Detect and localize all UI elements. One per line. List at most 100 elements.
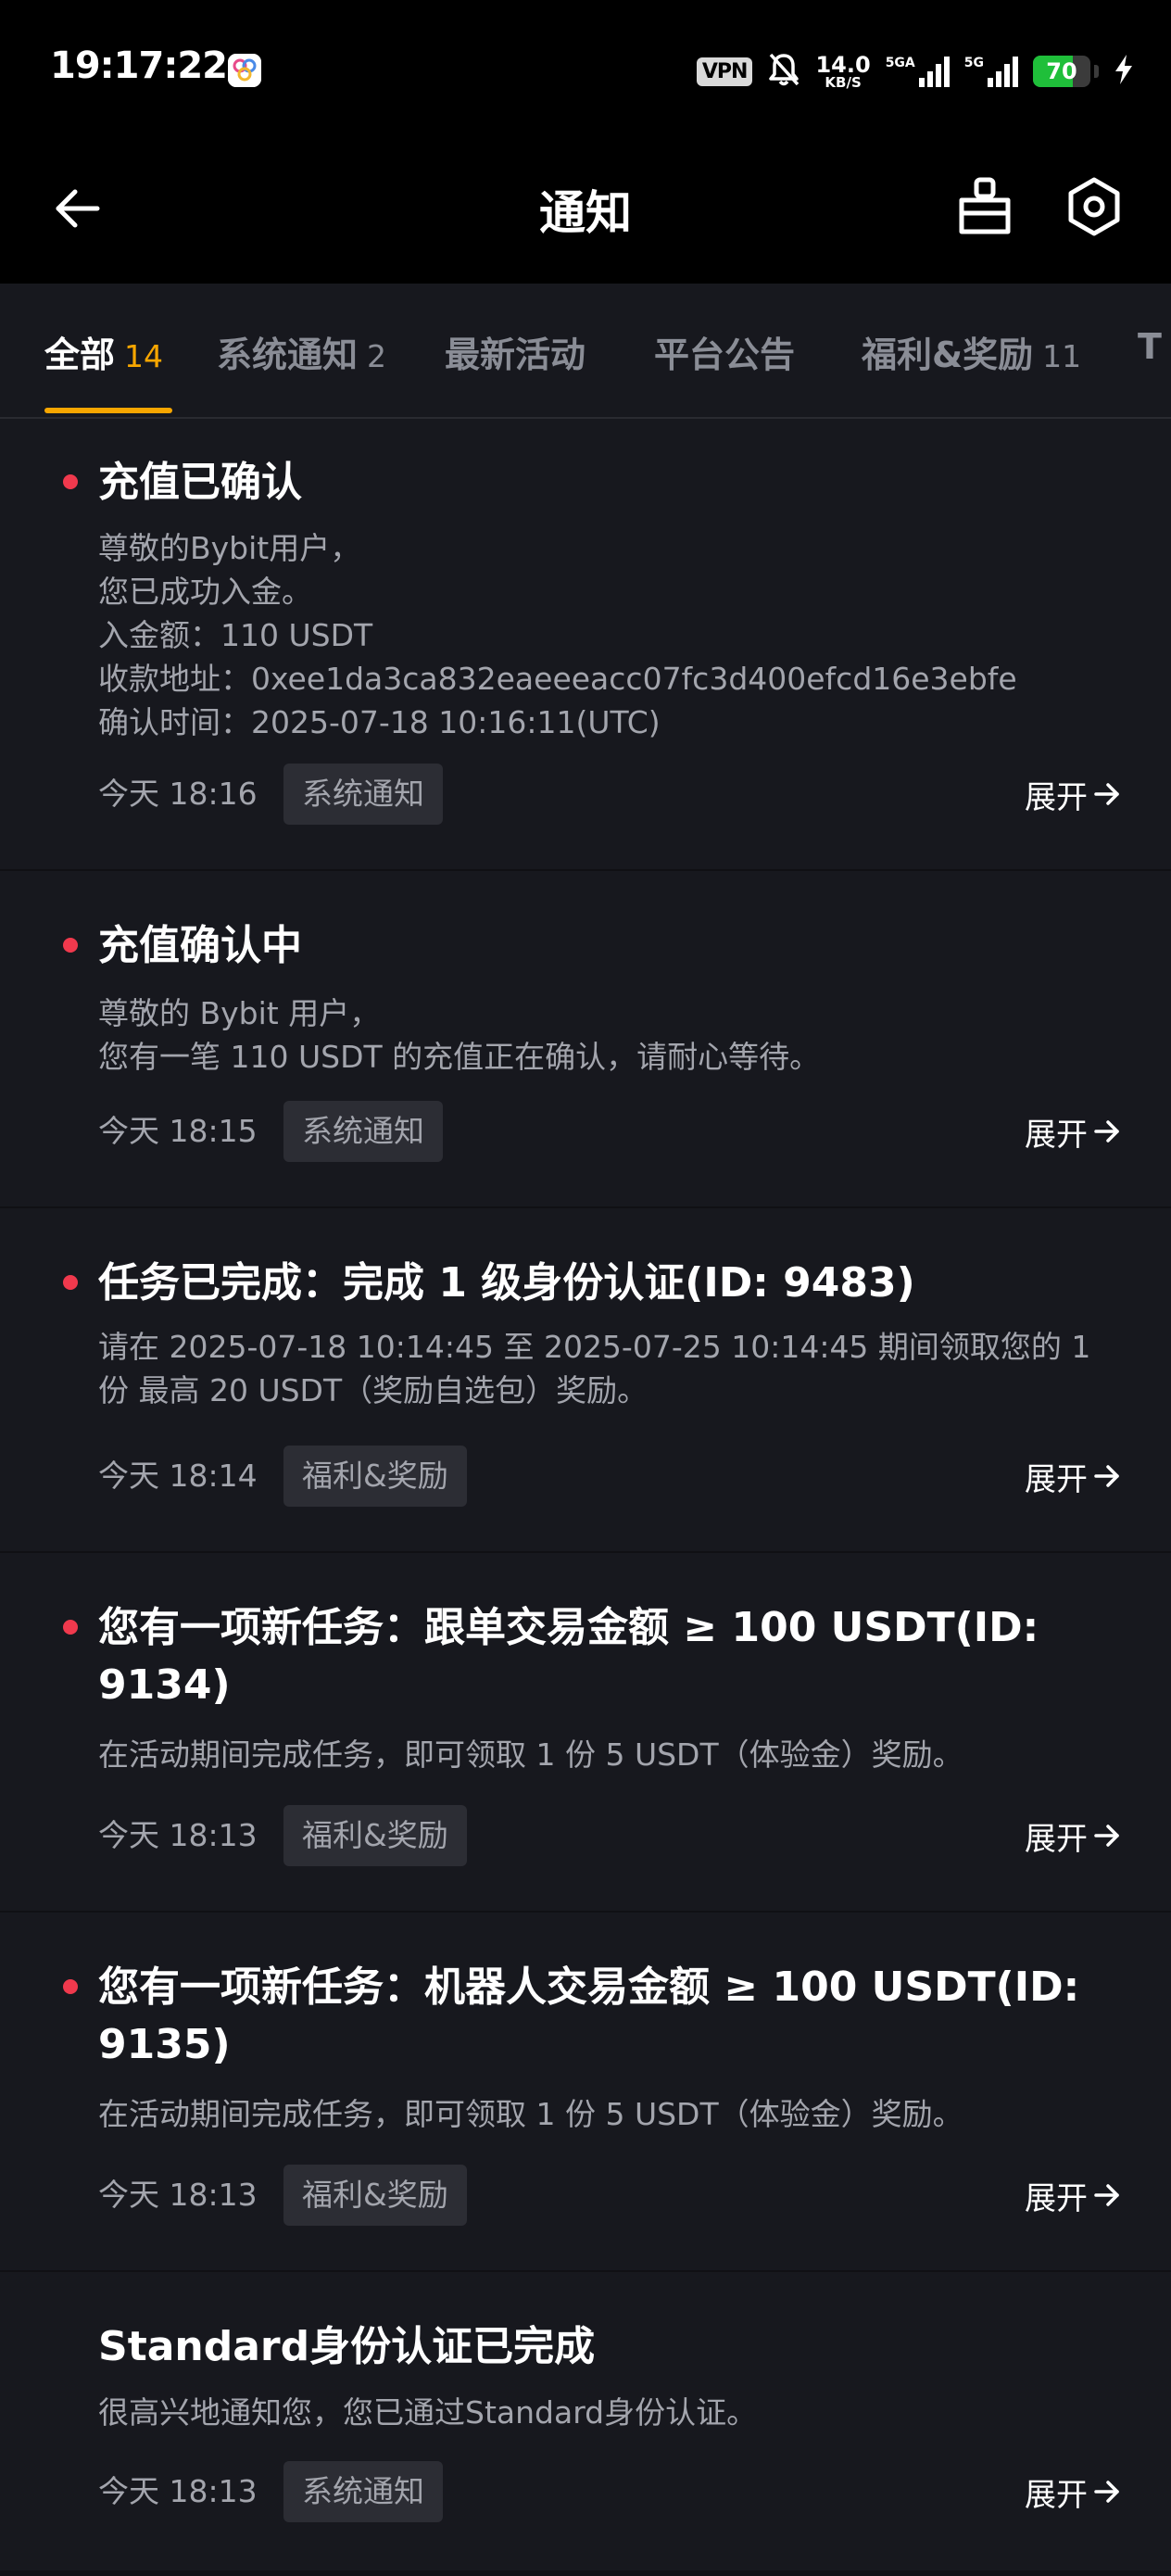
- notification-card[interactable]: 任务已完成：完成 1 级身份认证(ID: 9483) 请在 2025-07-18…: [0, 1208, 1171, 1551]
- expand-button[interactable]: 展开: [1025, 1446, 1121, 1507]
- notification-body: 在活动期间完成任务，即可领取 1 份 5 USDT（体验金）奖励。: [98, 1733, 1127, 1776]
- signal-icon: 5G: [964, 56, 1018, 87]
- notification-title: 您有一项新任务：跟单交易金额 ≥ 100 USDT(ID: 9134): [98, 1604, 1039, 1709]
- body-line: 请在 2025-07-18 10:14:45 至 2025-07-25 10:1…: [98, 1329, 1091, 1408]
- expand-label: 展开: [1025, 2476, 1088, 2514]
- notification-card[interactable]: Standard身份认证已完成 很高兴地通知您，您已通过Standard身份认证…: [0, 2272, 1171, 2570]
- battery-tip: [1094, 65, 1099, 78]
- notification-title: 充值已确认: [98, 459, 302, 506]
- tab-bar: 全部 14 系统通知 2 最新活动 平台公告 福利&奖励 11 T: [0, 284, 1171, 419]
- expand-button[interactable]: 展开: [1025, 1805, 1121, 1866]
- expand-label: 展开: [1025, 778, 1088, 816]
- expand-button[interactable]: 展开: [1025, 764, 1121, 825]
- notification-time: 今天 18:15: [98, 1113, 258, 1149]
- notification-time: 今天 18:14: [98, 1458, 258, 1494]
- tab-label: 最新活动: [445, 335, 586, 375]
- broom-icon[interactable]: [951, 172, 1019, 241]
- net-speed-unit: KB/S: [825, 73, 862, 91]
- tab-label: 全部: [44, 335, 116, 375]
- net-speed-value: 14.0: [815, 51, 871, 78]
- battery-icon: 70: [1033, 56, 1090, 87]
- settings-icon[interactable]: [1060, 172, 1128, 241]
- expand-label: 展开: [1025, 1116, 1088, 1154]
- tab-more[interactable]: T: [1138, 326, 1162, 378]
- notification-title: 您有一项新任务：机器人交易金额 ≥ 100 USDT(ID: 9135): [98, 1964, 1080, 2068]
- body-line: 在活动期间完成任务，即可领取 1 份 5 USDT（体验金）奖励。: [98, 2096, 963, 2132]
- arrow-right-icon: [1094, 1825, 1119, 1847]
- notification-body: 请在 2025-07-18 10:14:45 至 2025-07-25 10:1…: [98, 1325, 1127, 1412]
- tab-label: 平台公告: [654, 335, 796, 375]
- tab-label: 系统通知: [217, 335, 359, 375]
- body-line: 在活动期间完成任务，即可领取 1 份 5 USDT（体验金）奖励。: [98, 1736, 963, 1773]
- category-tag: 福利&奖励: [283, 2165, 467, 2226]
- body-line: 尊敬的 Bybit 用户，: [98, 995, 381, 1031]
- mute-bell-icon: [767, 52, 800, 91]
- signal-label: 5GA: [885, 56, 915, 70]
- body-line: 您已成功入金。: [98, 574, 312, 610]
- tab-label: 福利&奖励: [862, 335, 1034, 375]
- battery-level: 70: [1046, 58, 1077, 84]
- unread-dot: [63, 1275, 78, 1290]
- tab-rewards[interactable]: 福利&奖励 11: [862, 326, 1081, 378]
- notification-card[interactable]: 充值已确认 尊敬的Bybit用户， 您已成功入金。 入金额：110 USDT 收…: [0, 419, 1171, 869]
- status-bar: 19:17:22 VPN 14.0 KB/S 5GA 5G 70: [0, 0, 1171, 139]
- tab-count: 14: [124, 338, 164, 374]
- body-line: 您有一笔 110 USDT 的充值正在确认，请耐心等待。: [98, 1039, 821, 1075]
- signal-icon: 5GA: [886, 56, 950, 87]
- notification-list: 充值已确认 尊敬的Bybit用户， 您已成功入金。 入金额：110 USDT 收…: [0, 419, 1171, 2576]
- signal-label: 5G: [963, 56, 984, 70]
- body-line: 尊敬的Bybit用户，: [98, 530, 361, 566]
- tab-announcements[interactable]: 平台公告: [654, 326, 795, 378]
- expand-label: 展开: [1025, 2179, 1088, 2217]
- arrow-right-icon: [1094, 1120, 1119, 1143]
- notification-time: 今天 18:13: [98, 2473, 258, 2509]
- notification-body: 尊敬的Bybit用户， 您已成功入金。 入金额：110 USDT 收款地址：0x…: [98, 526, 1127, 744]
- unread-dot: [63, 938, 78, 953]
- category-tag: 系统通知: [283, 764, 443, 825]
- notification-body: 很高兴地通知您，您已通过Standard身份认证。: [98, 2391, 1127, 2434]
- notification-title: Standard身份认证已完成: [98, 2323, 596, 2370]
- arrow-right-icon: [1094, 1465, 1119, 1487]
- net-speed: 14.0 KB/S: [815, 54, 870, 90]
- unread-dot: [63, 1979, 78, 1994]
- body-line: 收款地址：0xee1da3ca832eaeeeacc07fc3d400efcd1…: [98, 661, 1017, 697]
- notification-card[interactable]: 您有一项新任务：跟单交易金额 ≥ 100 USDT(ID: 9134) 在活动期…: [0, 1553, 1171, 1911]
- active-tab-indicator: [44, 408, 172, 413]
- notification-time: 今天 18:16: [98, 776, 258, 812]
- arrow-right-icon: [1094, 2184, 1119, 2206]
- notification-body: 在活动期间完成任务，即可领取 1 份 5 USDT（体验金）奖励。: [98, 2092, 1127, 2136]
- notification-card[interactable]: 您有一项新任务：机器人交易金额 ≥ 100 USDT(ID: 9135) 在活动…: [0, 1913, 1171, 2270]
- arrow-right-icon: [1094, 783, 1119, 805]
- expand-label: 展开: [1025, 1820, 1088, 1858]
- category-tag: 系统通知: [283, 2461, 443, 2522]
- expand-button[interactable]: 展开: [1025, 1101, 1121, 1162]
- category-tag: 福利&奖励: [283, 1805, 467, 1866]
- tab-count: 2: [367, 338, 387, 374]
- tab-label: T: [1138, 326, 1162, 367]
- app-icon: [228, 54, 261, 87]
- notification-title: 任务已完成：完成 1 级身份认证(ID: 9483): [98, 1259, 915, 1307]
- tab-system[interactable]: 系统通知 2: [217, 326, 386, 378]
- notification-time: 今天 18:13: [98, 1817, 258, 1853]
- expand-button[interactable]: 展开: [1025, 2165, 1121, 2226]
- arrow-right-icon: [1094, 2481, 1119, 2503]
- tab-activities[interactable]: 最新活动: [445, 326, 586, 378]
- body-line: 很高兴地通知您，您已通过Standard身份认证。: [98, 2394, 758, 2431]
- body-line: 确认时间：2025-07-18 10:16:11(UTC): [98, 704, 661, 740]
- category-tag: 系统通知: [283, 1101, 443, 1162]
- body-line: 入金额：110 USDT: [98, 617, 373, 653]
- tab-all[interactable]: 全部 14: [44, 326, 163, 378]
- notification-title: 充值确认中: [98, 922, 302, 969]
- status-icons: VPN 14.0 KB/S 5GA 5G 70: [696, 48, 1134, 95]
- charging-bolt-icon: [1114, 54, 1134, 89]
- notification-body: 尊敬的 Bybit 用户， 您有一笔 110 USDT 的充值正在确认，请耐心等…: [98, 991, 1127, 1079]
- tab-count: 11: [1042, 338, 1082, 374]
- app-header: 通知: [0, 139, 1171, 284]
- unread-dot: [63, 474, 78, 489]
- notification-card[interactable]: 充值确认中 尊敬的 Bybit 用户， 您有一笔 110 USDT 的充值正在确…: [0, 871, 1171, 1206]
- unread-dot: [63, 1620, 78, 1635]
- expand-button[interactable]: 展开: [1025, 2461, 1121, 2522]
- expand-label: 展开: [1025, 1460, 1088, 1498]
- category-tag: 福利&奖励: [283, 1446, 467, 1507]
- status-time: 19:17:22: [50, 44, 228, 87]
